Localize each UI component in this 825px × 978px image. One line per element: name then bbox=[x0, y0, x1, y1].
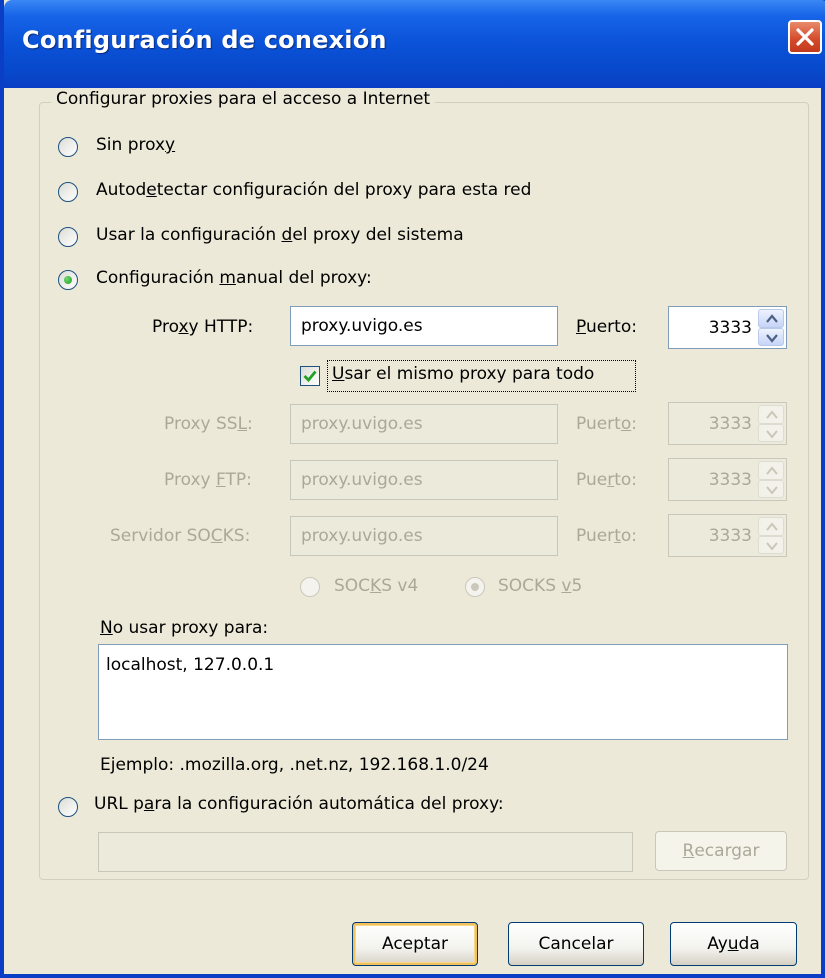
no-proxy-label[interactable]: Sin proxy bbox=[96, 135, 175, 155]
close-icon bbox=[796, 28, 814, 46]
arrow-up-icon bbox=[766, 314, 778, 323]
reload-button[interactable]: Recargar bbox=[655, 831, 787, 871]
http-port-value: 3333 bbox=[708, 317, 752, 338]
ssl-port-up-button[interactable] bbox=[758, 405, 784, 424]
ssl-proxy-label: Proxy SSL: bbox=[164, 414, 253, 434]
accept-button[interactable]: Aceptar bbox=[352, 922, 478, 966]
ftp-port-spinner[interactable]: 3333 bbox=[668, 458, 787, 501]
http-port-spinner[interactable]: 3333 bbox=[668, 306, 787, 349]
cancel-button[interactable]: Cancelar bbox=[508, 922, 644, 966]
ftp-proxy-input[interactable]: proxy.uvigo.es bbox=[290, 460, 558, 500]
title-bar[interactable]: Configuración de conexión bbox=[4, 0, 825, 88]
arrow-up-icon bbox=[766, 410, 778, 419]
ftp-port-value: 3333 bbox=[708, 469, 752, 490]
manual-proxy-label[interactable]: Configuración manual del proxy: bbox=[96, 268, 372, 288]
arrow-up-icon bbox=[766, 466, 778, 475]
same-proxy-label[interactable]: Usar el mismo proxy para todo bbox=[332, 364, 594, 384]
socks-port-up-button[interactable] bbox=[758, 517, 784, 536]
http-port-down-button[interactable] bbox=[758, 327, 784, 346]
autoconfig-url-label[interactable]: URL para la configuración automática del… bbox=[94, 794, 504, 814]
socks-v4-radio[interactable] bbox=[300, 577, 320, 597]
ssl-proxy-input[interactable]: proxy.uvigo.es bbox=[290, 404, 558, 444]
autoconfig-url-radio[interactable] bbox=[58, 797, 78, 817]
socks-host-label: Servidor SOCKS: bbox=[110, 526, 251, 546]
help-button[interactable]: Ay u da bbox=[670, 922, 797, 966]
http-port-up-button[interactable] bbox=[758, 309, 784, 328]
arrow-down-icon bbox=[766, 541, 778, 551]
socks-port-value: 3333 bbox=[708, 525, 752, 546]
ssl-port-label: Puerto: bbox=[576, 414, 637, 434]
autodetect-label[interactable]: Autodetectar configuración del proxy par… bbox=[96, 180, 531, 200]
close-button[interactable] bbox=[788, 20, 822, 54]
no-proxy-radio[interactable] bbox=[58, 137, 78, 157]
same-proxy-checkbox[interactable] bbox=[300, 366, 320, 386]
no-proxy-example: Ejemplo: .mozilla.org, .net.nz, 192.168.… bbox=[100, 755, 489, 775]
ftp-proxy-label: Proxy FTP: bbox=[164, 470, 252, 490]
http-proxy-input[interactable]: proxy.uvigo.es bbox=[290, 306, 558, 346]
ftp-port-label: Puerto: bbox=[576, 470, 637, 490]
system-proxy-label[interactable]: Usar la configuración del proxy del sist… bbox=[96, 225, 464, 245]
socks-port-down-button[interactable] bbox=[758, 535, 784, 554]
ssl-port-spinner[interactable]: 3333 bbox=[668, 402, 787, 445]
socks-port-spinner[interactable]: 3333 bbox=[668, 514, 787, 557]
arrow-down-icon bbox=[766, 429, 778, 439]
manual-proxy-radio[interactable] bbox=[58, 270, 78, 290]
ssl-port-down-button[interactable] bbox=[758, 423, 784, 442]
checkmark-icon bbox=[303, 370, 317, 383]
arrow-down-icon bbox=[766, 333, 778, 343]
http-port-label: Puerto: bbox=[576, 317, 637, 337]
dialog-window: Configuración de conexión Configurar pro… bbox=[0, 0, 825, 978]
socks-port-label: Puerto: bbox=[576, 526, 637, 546]
no-proxy-textarea[interactable]: localhost, 127.0.0.1 bbox=[98, 644, 788, 740]
ftp-port-down-button[interactable] bbox=[758, 479, 784, 498]
socks-v5-label[interactable]: SOCKS v5 bbox=[498, 576, 582, 596]
autodetect-radio[interactable] bbox=[58, 182, 78, 202]
http-proxy-label: Proxy HTTP: bbox=[152, 317, 254, 337]
socks-host-input[interactable]: proxy.uvigo.es bbox=[290, 516, 558, 556]
ssl-port-value: 3333 bbox=[708, 413, 752, 434]
ftp-port-up-button[interactable] bbox=[758, 461, 784, 480]
group-legend: Configurar proxies para el acceso a Inte… bbox=[51, 89, 436, 109]
arrow-down-icon bbox=[766, 485, 778, 495]
arrow-up-icon bbox=[766, 522, 778, 531]
socks-v5-radio[interactable] bbox=[465, 577, 485, 597]
socks-v4-label[interactable]: SOCKS v4 bbox=[334, 576, 418, 596]
autoconfig-url-input[interactable] bbox=[98, 832, 633, 872]
window-title: Configuración de conexión bbox=[22, 26, 387, 54]
system-proxy-radio[interactable] bbox=[58, 227, 78, 247]
no-proxy-for-label: No usar proxy para: bbox=[100, 618, 269, 638]
